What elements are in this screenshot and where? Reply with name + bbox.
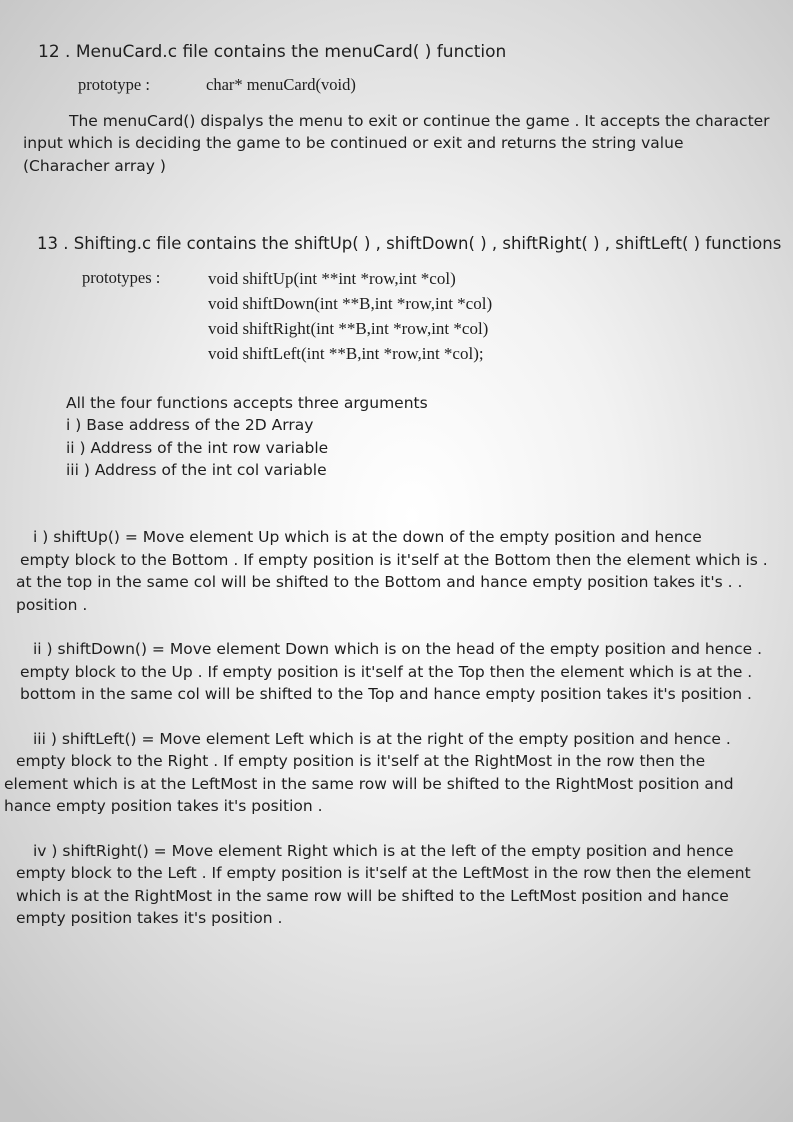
section-12-heading: 12 . MenuCard.c file contains the menuCa…	[38, 42, 507, 62]
shiftleft-description-line: hance empty position takes it's position…	[4, 797, 323, 815]
shiftleft-description-line: iii ) shiftLeft() = Move element Left wh…	[33, 730, 731, 748]
argument-item: i ) Base address of the 2D Array	[66, 416, 314, 434]
shiftup-description-line: at the top in the same col will be shift…	[16, 573, 743, 591]
shiftright-description-line: iv ) shiftRight() = Move element Right w…	[33, 842, 734, 860]
shiftright-description-line: empty block to the Left . If empty posit…	[16, 864, 751, 882]
prototype-line: void shiftUp(int **int *row,int *col)	[208, 269, 456, 288]
prototype-line: void shiftDown(int **B,int *row,int *col…	[208, 294, 493, 313]
shiftdown-description-line: empty block to the Up . If empty positio…	[20, 663, 753, 681]
shiftleft-description-line: element which is at the LeftMost in the …	[4, 775, 734, 793]
shiftup-description-line: position .	[16, 596, 88, 614]
shiftup-description-line: empty block to the Bottom . If empty pos…	[20, 551, 768, 569]
shiftup-description-line: i ) shiftUp() = Move element Up which is…	[33, 528, 702, 546]
prototype-line: void shiftLeft(int **B,int *row,int *col…	[208, 344, 484, 363]
section-12-description-line: (Characher array )	[23, 157, 166, 175]
shiftleft-description-line: empty block to the Right . If empty posi…	[16, 752, 706, 770]
shiftright-description-line: empty position takes it's position .	[16, 909, 283, 927]
argument-item: ii ) Address of the int row variable	[66, 439, 329, 457]
section-13-prototypes-label: prototypes :	[82, 268, 161, 287]
shiftdown-description-line: ii ) shiftDown() = Move element Down whi…	[33, 640, 763, 658]
shiftright-description-line: which is at the RightMost in the same ro…	[16, 887, 729, 905]
shiftdown-description-line: bottom in the same col will be shifted t…	[20, 685, 752, 703]
argument-item: iii ) Address of the int col variable	[66, 461, 327, 479]
section-12-prototype: char* menuCard(void)	[206, 75, 356, 94]
section-12-description-line: The menuCard() dispalys the menu to exit…	[69, 112, 770, 130]
prototype-line: void shiftRight(int **B,int *row,int *co…	[208, 319, 489, 338]
section-13-heading: 13 . Shifting.c file contains the shiftU…	[37, 234, 782, 253]
section-12-prototype-label: prototype :	[78, 75, 150, 94]
document-page: 12 . MenuCard.c file contains the menuCa…	[0, 0, 793, 1122]
section-12-description-line: input which is deciding the game to be c…	[23, 134, 684, 152]
arguments-intro: All the four functions accepts three arg…	[66, 394, 428, 412]
